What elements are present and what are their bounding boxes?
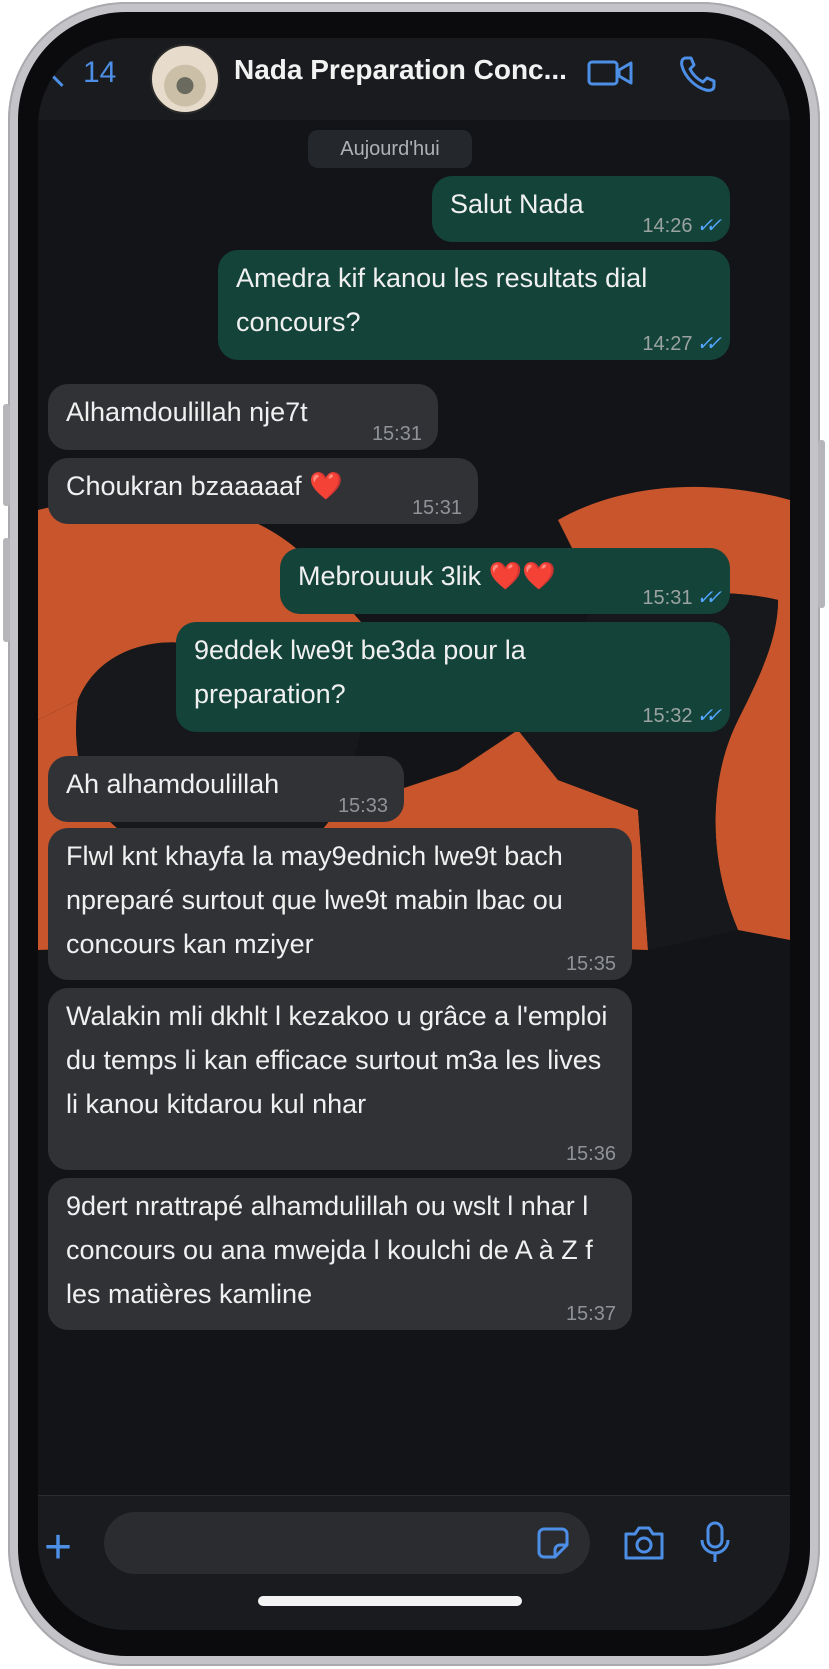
message-time: 15:31: [371, 423, 422, 445]
message-text: Choukran bzaaaaaf ❤️: [66, 471, 343, 501]
read-receipt-icon: ✓✓: [696, 705, 721, 727]
message-bubble-incoming[interactable]: Choukran bzaaaaaf ❤️ 15:31: [48, 458, 478, 524]
message-bubble-outgoing[interactable]: 9eddek lwe9t be3da pour la preparation? …: [176, 622, 730, 732]
message-time: 15:31 ✓✓: [642, 587, 721, 609]
message-input[interactable]: [104, 1512, 590, 1574]
silent-switch: [3, 404, 10, 506]
read-receipt-icon: ✓✓: [696, 587, 721, 609]
message-bubble-outgoing[interactable]: Mebrouuuk 3lik ❤️❤️ 15:31 ✓✓: [280, 548, 730, 614]
home-indicator[interactable]: [258, 1596, 522, 1606]
camera-icon[interactable]: [622, 1524, 666, 1562]
message-time: 15:32 ✓✓: [642, 705, 721, 727]
message-text: 9eddek lwe9t be3da pour la preparation?: [194, 635, 526, 709]
message-bubble-incoming[interactable]: Ah alhamdoulillah 15:33: [48, 756, 404, 822]
message-list[interactable]: Aujourd'hui Salut Nada 14:26 ✓✓ Amedra ki…: [38, 120, 790, 1496]
message-bubble-incoming[interactable]: Flwl knt khayfa la may9ednich lwe9t bach…: [48, 828, 632, 980]
contact-name[interactable]: Nada Preparation Conc...: [234, 54, 567, 86]
sticker-icon[interactable]: [536, 1526, 570, 1560]
message-time: 15:37: [565, 1303, 616, 1325]
message-time: 15:35: [565, 953, 616, 975]
chevron-left-icon: [48, 59, 75, 87]
message-bubble-incoming[interactable]: Walakin mli dkhlt l kezakoo u grâce a l'…: [48, 988, 632, 1170]
composer-bar: +: [38, 1495, 790, 1630]
message-text: Alhamdoulillah nje7t: [66, 397, 308, 427]
back-button[interactable]: 14: [48, 56, 116, 90]
message-text: 9dert nrattrapé alhamdulillah ou wslt l …: [66, 1191, 593, 1309]
video-call-icon[interactable]: [586, 50, 636, 96]
volume-button: [3, 538, 10, 642]
message-bubble-incoming[interactable]: 9dert nrattrapé alhamdulillah ou wslt l …: [48, 1178, 632, 1330]
chat-screen: 14 Nada Preparation Conc... Aujourd'hui …: [38, 38, 790, 1630]
message-time: 15:33: [337, 795, 388, 817]
message-time: 15:36: [565, 1143, 616, 1165]
read-receipt-icon: ✓✓: [696, 215, 721, 237]
message-text: Mebrouuuk 3lik ❤️❤️: [298, 561, 556, 591]
message-text: Walakin mli dkhlt l kezakoo u grâce a l'…: [66, 1001, 608, 1119]
read-receipt-icon: ✓✓: [696, 333, 721, 355]
message-bubble-incoming[interactable]: Alhamdoulillah nje7t 15:31: [48, 384, 438, 450]
chat-header: 14 Nada Preparation Conc...: [38, 38, 790, 120]
date-separator: Aujourd'hui: [308, 130, 472, 168]
message-text: Flwl knt khayfa la may9ednich lwe9t bach…: [66, 841, 563, 959]
plus-icon[interactable]: +: [44, 1524, 72, 1572]
phone-call-icon[interactable]: [676, 50, 722, 96]
message-time: 15:31: [411, 497, 462, 519]
message-text: Amedra kif kanou les resultats dial conc…: [236, 263, 648, 337]
message-bubble-outgoing[interactable]: Salut Nada 14:26 ✓✓: [432, 176, 730, 242]
message-text: Salut Nada: [450, 189, 584, 219]
message-time: 14:26 ✓✓: [642, 215, 721, 237]
message-bubble-outgoing[interactable]: Amedra kif kanou les resultats dial conc…: [218, 250, 730, 360]
unread-count: 14: [83, 56, 117, 89]
microphone-icon[interactable]: [698, 1520, 732, 1566]
power-button: [818, 440, 825, 608]
message-text: Ah alhamdoulillah: [66, 769, 280, 799]
contact-avatar[interactable]: [150, 44, 220, 114]
message-time: 14:27 ✓✓: [642, 333, 721, 355]
